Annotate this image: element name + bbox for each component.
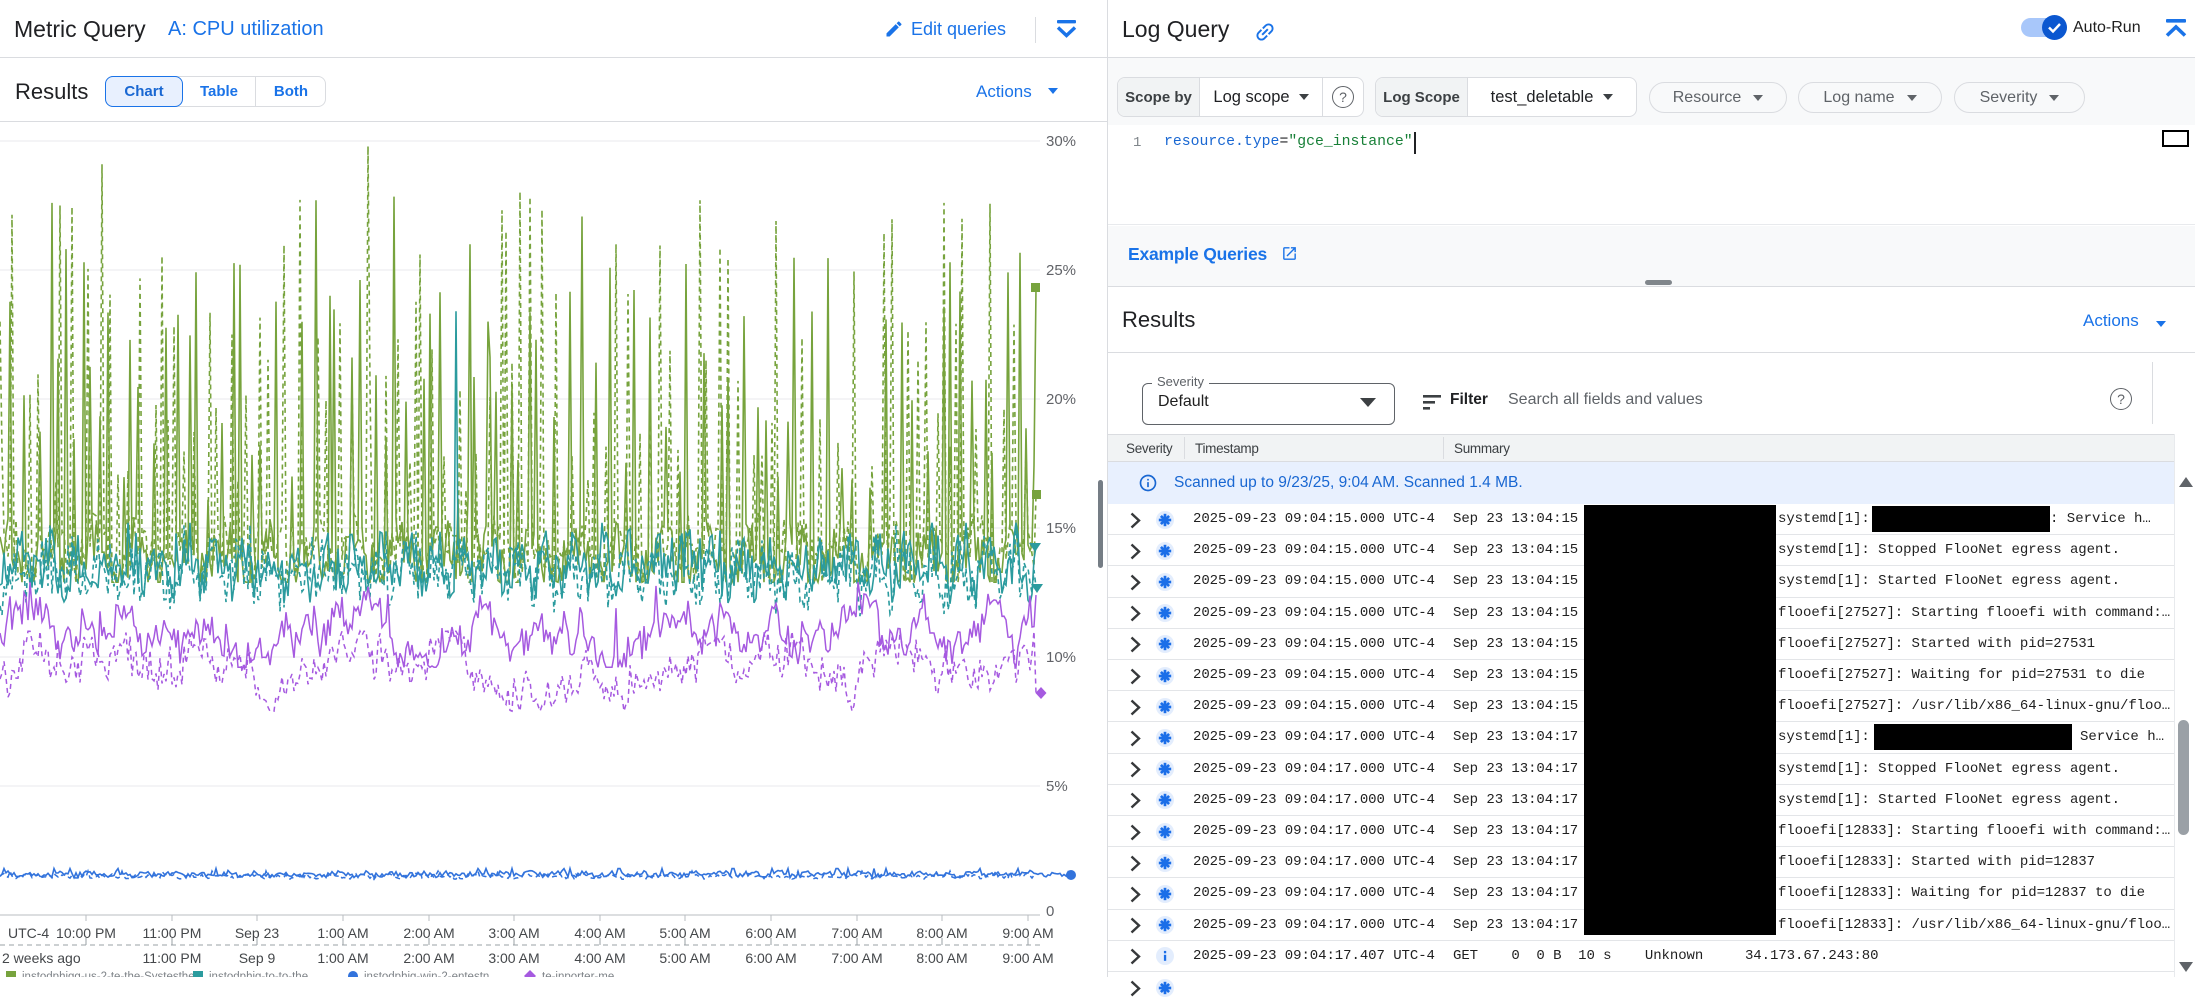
svg-text:8:00 AM: 8:00 AM xyxy=(916,950,967,966)
svg-text:instodphig-win-2-entestn: instodphig-win-2-entestn xyxy=(364,971,489,977)
svg-text:1:00 AM: 1:00 AM xyxy=(317,950,368,966)
svg-text:4:00 AM: 4:00 AM xyxy=(574,925,625,941)
svg-text:11:00 PM: 11:00 PM xyxy=(143,925,202,941)
svg-text:11:00 PM: 11:00 PM xyxy=(143,950,202,966)
svg-text:20%: 20% xyxy=(1046,391,1076,408)
svg-text:9:00 AM: 9:00 AM xyxy=(1002,950,1053,966)
svg-text:2:00 AM: 2:00 AM xyxy=(403,925,454,941)
svg-text:7:00 AM: 7:00 AM xyxy=(831,950,882,966)
svg-text:25%: 25% xyxy=(1046,262,1076,279)
svg-text:UTC-4: UTC-4 xyxy=(8,925,49,941)
svg-text:instodphig-to-to-the: instodphig-to-to-the xyxy=(209,971,308,977)
svg-text:30%: 30% xyxy=(1046,133,1076,150)
svg-text:3:00 AM: 3:00 AM xyxy=(488,950,539,966)
svg-text:1:00 AM: 1:00 AM xyxy=(317,925,368,941)
svg-text:15%: 15% xyxy=(1046,520,1076,537)
svg-text:4:00 AM: 4:00 AM xyxy=(574,950,625,966)
svg-text:5%: 5% xyxy=(1046,778,1068,795)
svg-text:Sep 9: Sep 9 xyxy=(239,950,276,966)
svg-text:6:00 AM: 6:00 AM xyxy=(745,925,796,941)
svg-text:3:00 AM: 3:00 AM xyxy=(488,925,539,941)
svg-text:8:00 AM: 8:00 AM xyxy=(916,925,967,941)
svg-text:Sep 23: Sep 23 xyxy=(235,925,280,941)
svg-text:te-inporter-me: te-inporter-me xyxy=(542,971,614,977)
svg-text:2 weeks ago: 2 weeks ago xyxy=(2,950,81,966)
svg-text:6:00 AM: 6:00 AM xyxy=(745,950,796,966)
svg-text:instodphigg-us-2-te-the-Systes: instodphigg-us-2-te-the-Systesthe xyxy=(22,971,195,977)
svg-text:7:00 AM: 7:00 AM xyxy=(831,925,882,941)
svg-text:0: 0 xyxy=(1046,903,1054,920)
svg-text:5:00 AM: 5:00 AM xyxy=(659,950,710,966)
svg-text:9:00 AM: 9:00 AM xyxy=(1002,925,1053,941)
svg-text:10%: 10% xyxy=(1046,649,1076,666)
svg-text:10:00 PM: 10:00 PM xyxy=(56,925,116,941)
svg-text:5:00 AM: 5:00 AM xyxy=(659,925,710,941)
svg-text:2:00 AM: 2:00 AM xyxy=(403,950,454,966)
